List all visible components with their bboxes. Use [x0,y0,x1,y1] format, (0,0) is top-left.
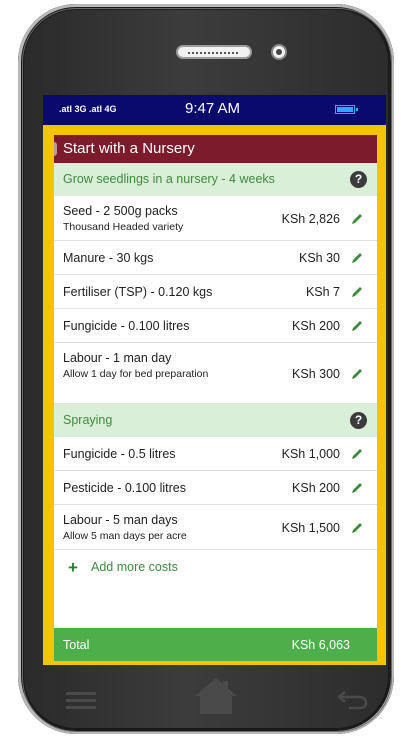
app-frame: Start with a Nursery Grow seedlings in a… [43,125,386,665]
plus-icon: + [68,558,78,577]
cost-row[interactable]: Fungicide - 0.100 litres KSh 200 [54,309,377,343]
cost-name: Labour - 1 man day Allow 1 day for bed p… [63,351,213,382]
phone-screen: .atl 3G .atl 4G 9:47 AM Start with a Nur… [43,95,386,665]
edit-pencil-icon[interactable] [350,285,364,299]
add-more-costs-button[interactable]: + Add more costs [54,550,377,585]
home-icon[interactable] [193,676,239,716]
cost-item-label: Labour - 5 man days [63,513,178,527]
cost-price: KSh 200 [292,481,340,495]
cost-name: Labour - 5 man days Allow 5 man days per… [63,513,187,544]
cost-price: KSh 7 [305,285,340,299]
page-title-bar: Start with a Nursery [54,135,377,163]
edit-pencil-icon[interactable] [350,367,364,381]
cost-name: Fungicide - 0.100 litres [63,319,190,333]
edit-pencil-icon[interactable] [350,481,364,495]
back-tab-icon[interactable] [54,142,57,156]
battery-icon [335,105,358,114]
menu-lines-icon[interactable] [66,692,96,713]
cost-row[interactable]: Labour - 1 man day Allow 1 day for bed p… [54,343,377,404]
edit-pencil-icon[interactable] [350,251,364,265]
cost-price: KSh 2,826 [281,212,340,226]
cost-price: KSh 300 [292,367,340,381]
cost-price: KSh 1,500 [281,521,340,535]
cost-price: KSh 30 [298,251,340,265]
page-title: Start with a Nursery [63,140,195,157]
cost-name: Fungicide - 0.5 litres [63,447,176,461]
section-title: Grow seedlings in a nursery - 4 weeks [63,172,275,186]
section-header-nursery: Grow seedlings in a nursery - 4 weeks ? [54,163,377,196]
status-time: 9:47 AM [185,100,241,117]
speaker-grille [176,45,252,59]
cost-row[interactable]: Seed - 2 500g packs Thousand Headed vari… [54,196,377,241]
help-icon[interactable]: ? [350,412,367,429]
cost-card: Start with a Nursery Grow seedlings in a… [54,135,377,661]
cost-row[interactable]: Fungicide - 0.5 litres KSh 1,000 [54,437,377,471]
cost-price: KSh 1,000 [281,447,340,461]
total-bar: Total KSh 6,063 [54,628,377,661]
cost-name: Pesticide - 0.100 litres [63,481,186,495]
edit-pencil-icon[interactable] [350,447,364,461]
edit-pencil-icon[interactable] [350,212,364,226]
cost-name: Fertiliser (TSP) - 0.120 kgs [63,285,213,299]
cost-row[interactable]: Pesticide - 0.100 litres KSh 200 [54,471,377,505]
section-title: Spraying [63,413,113,427]
add-more-costs-label: Add more costs [91,560,178,574]
status-bar: .atl 3G .atl 4G 9:47 AM [43,95,386,125]
cost-row[interactable]: Labour - 5 man days Allow 5 man days per… [54,505,377,550]
cost-row[interactable]: Manure - 30 kgs KSh 30 [54,241,377,275]
signal-indicator: .atl 3G .atl 4G [59,104,117,114]
cost-row[interactable]: Fertiliser (TSP) - 0.120 kgs KSh 7 [54,275,377,309]
help-icon[interactable]: ? [350,171,367,188]
back-arrow-icon[interactable] [335,688,369,710]
edit-pencil-icon[interactable] [350,521,364,535]
cost-item-note: Thousand Headed variety [63,221,184,233]
camera-icon [271,44,287,60]
section-header-spraying: Spraying ? [54,404,377,437]
cost-item-label: Seed - 2 500g packs [63,204,178,218]
total-label: Total [63,638,90,652]
cost-name: Seed - 2 500g packs Thousand Headed vari… [63,204,183,235]
cost-item-note: Allow 5 man days per acre [63,530,187,542]
cost-name: Manure - 30 kgs [63,251,154,265]
cost-item-label: Labour - 1 man day [63,351,172,365]
total-value: KSh 6,063 [291,638,350,652]
edit-pencil-icon[interactable] [350,319,364,333]
cost-price: KSh 200 [292,319,340,333]
cost-item-note: Allow 1 day for bed preparation [63,368,209,380]
